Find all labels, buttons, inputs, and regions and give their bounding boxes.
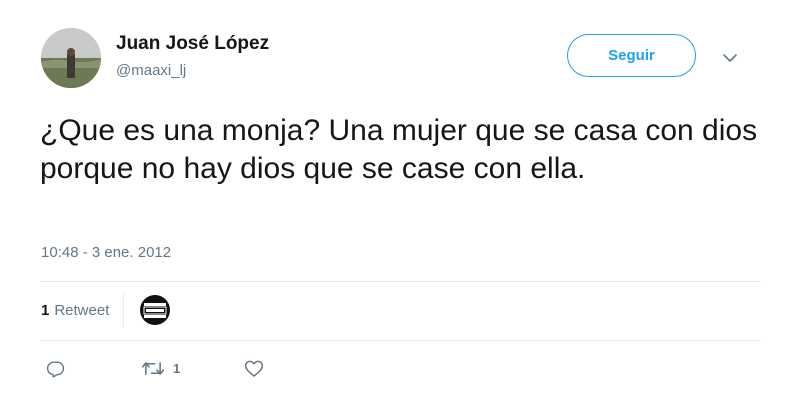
author-avatar[interactable]: [41, 28, 101, 88]
retweeter-avatar[interactable]: [139, 294, 172, 326]
retweet-button[interactable]: 1: [141, 359, 180, 378]
retweet-count[interactable]: 1: [41, 302, 49, 319]
author-handle[interactable]: @maaxi_lj: [116, 62, 186, 79]
retweet-label[interactable]: Retweet: [54, 302, 109, 319]
like-button[interactable]: [244, 359, 264, 378]
reply-icon: [46, 361, 65, 378]
stats-separator: [123, 292, 125, 328]
chevron-down-icon[interactable]: [720, 50, 740, 66]
divider: [40, 281, 761, 282]
retweet-action-count: 1: [173, 361, 181, 376]
divider: [40, 340, 761, 341]
follow-button[interactable]: Seguir: [567, 34, 696, 77]
parental-advisory-logo-icon: [140, 295, 171, 325]
tweet-timestamp[interactable]: 10:48 - 3 ene. 2012: [41, 244, 171, 261]
reply-button[interactable]: [46, 359, 65, 378]
author-name[interactable]: Juan José López: [116, 33, 269, 55]
tweet-actions: 1: [0, 355, 785, 381]
tweet-text: ¿Que es una monja? Una mujer que se casa…: [40, 114, 758, 185]
retweet-icon: [141, 362, 165, 375]
tweet-stats: 1 Retweet: [41, 292, 172, 328]
heart-icon: [244, 360, 264, 377]
